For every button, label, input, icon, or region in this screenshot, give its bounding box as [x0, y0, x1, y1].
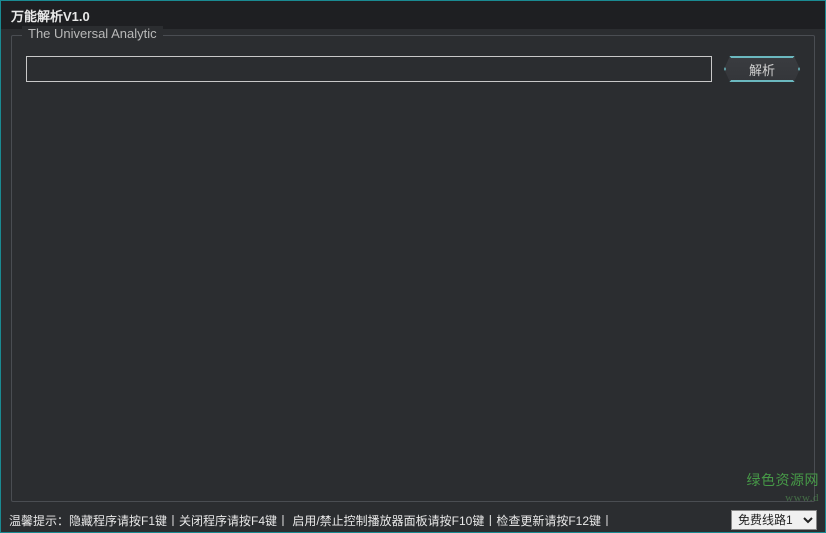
input-row: 解析	[12, 36, 814, 82]
parse-button[interactable]: 解析	[724, 56, 800, 82]
hint-text: 温馨提示：隐藏程序请按F1键丨关闭程序请按F4键丨 启用/禁止控制播放器面板请按…	[9, 512, 613, 529]
groupbox: The Universal Analytic 解析	[11, 35, 815, 502]
titlebar: 万能解析V1.0	[1, 1, 825, 29]
parse-button-label: 解析	[749, 60, 775, 79]
url-input[interactable]	[26, 56, 712, 82]
statusbar: 温馨提示：隐藏程序请按F1键丨关闭程序请按F4键丨 启用/禁止控制播放器面板请按…	[1, 508, 825, 532]
app-title: 万能解析V1.0	[11, 6, 90, 25]
line-select[interactable]: 免费线路1	[731, 510, 817, 530]
groupbox-title: The Universal Analytic	[22, 26, 163, 41]
